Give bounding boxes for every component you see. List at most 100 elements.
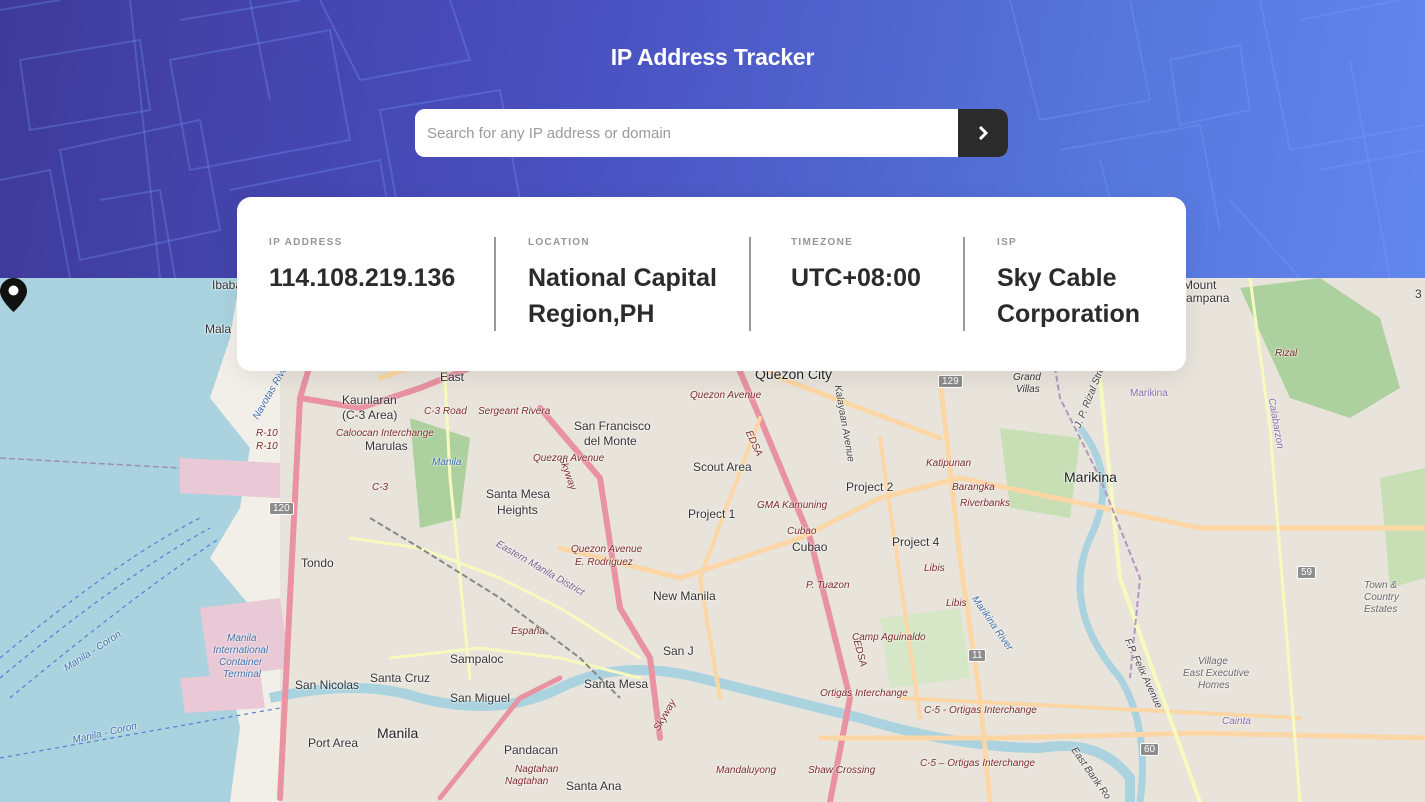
stat-divider: [494, 237, 496, 331]
map-label: España: [511, 626, 545, 637]
map-label: Libis: [946, 598, 967, 609]
map-label: Nagtahan: [505, 776, 549, 787]
map-label: Katipunan: [926, 458, 972, 469]
map-label: Marulas: [365, 439, 408, 453]
ip-address-value: 114.108.219.136: [269, 264, 456, 292]
map-label: Homes: [1198, 680, 1230, 691]
map-label: Nagtahan: [515, 764, 559, 775]
map-label: San Miguel: [450, 691, 511, 705]
map-label: Estates: [1364, 604, 1398, 615]
isp-label: ISP: [997, 237, 1018, 248]
map-label: Manila: [432, 457, 462, 468]
map-label: Kaunlaran: [342, 393, 397, 407]
map-label: Mount: [1183, 278, 1217, 292]
map-label: del Monte: [584, 434, 637, 448]
map-label: Shaw Crossing: [808, 765, 876, 776]
map-label: GMA Kamuning: [757, 500, 828, 511]
chevron-right-icon: [978, 126, 989, 140]
map-label: Scout Area: [693, 460, 752, 474]
page-title: IP Address Tracker: [610, 44, 815, 70]
map-label: Manila: [377, 725, 419, 741]
map-label: Marikina: [1130, 388, 1168, 399]
location-pin-icon[interactable]: [0, 278, 27, 312]
map-label: Camp Aguinaldo: [852, 632, 926, 643]
map-label: 120: [269, 502, 294, 515]
map-label: Quezon Avenue: [690, 390, 762, 401]
map-label: Sergeant Rivera: [478, 406, 551, 417]
map-label: Town &: [1364, 580, 1397, 591]
map-label: Project 1: [688, 507, 736, 521]
map-label: Cubao: [792, 540, 828, 554]
timezone-label: TIMEZONE: [791, 237, 854, 248]
map-label: R-10: [256, 428, 278, 439]
map-label: Santa Mesa: [486, 487, 551, 501]
map-label: Santa Mesa: [584, 677, 649, 691]
map-label: Cainta: [1222, 716, 1251, 727]
stat-divider: [963, 237, 965, 331]
map-label: Caloocan Interchange: [336, 428, 434, 439]
ip-address-label: IP ADDRESS: [269, 237, 343, 248]
map-label: Terminal: [223, 669, 261, 680]
map-label: East: [440, 370, 465, 384]
map-label: Rizal: [1275, 348, 1298, 359]
map-label: Grand: [1013, 372, 1041, 383]
map-label: Pandacan: [504, 743, 559, 757]
location-stat: LOCATION National Capital Region,PH: [528, 237, 717, 332]
map-label: International: [213, 645, 269, 656]
map-label: Heights: [497, 503, 538, 517]
map-label: Port Area: [308, 736, 359, 750]
map-label: Project 4: [892, 535, 940, 549]
map-label: P. Tuazon: [806, 580, 850, 591]
map-label: Tondo: [301, 556, 334, 570]
map-label: C-5 – Ortigas Interchange: [920, 758, 1036, 769]
map-label: C-3: [372, 482, 389, 493]
location-value-line1: National Capital: [528, 264, 717, 292]
map-label: Santa Cruz: [370, 671, 431, 685]
map-label: 60: [1140, 743, 1160, 756]
map-label: Barangka: [952, 482, 995, 493]
isp-value-line2: Corporation: [997, 300, 1141, 328]
map-label: Riverbanks: [960, 498, 1011, 509]
map-label: Sampaloc: [450, 652, 504, 666]
search-input[interactable]: [415, 109, 958, 157]
map-label: C-3 Road: [424, 406, 467, 417]
map-label: Village: [1198, 656, 1228, 667]
map-label: 59: [1297, 566, 1317, 579]
map-label: New Manila: [653, 589, 716, 603]
isp-stat: ISP Sky Cable Corporation: [997, 237, 1140, 332]
location-label: LOCATION: [528, 237, 590, 248]
ip-address-stat: IP ADDRESS 114.108.219.136: [269, 237, 455, 296]
map-label: (C-3 Area): [342, 408, 398, 422]
location-value: National Capital Region,PH: [528, 260, 717, 332]
map-label: Cubao: [787, 526, 817, 537]
map-label: 11: [968, 649, 987, 662]
map-label: Villas: [1016, 384, 1040, 395]
map-label: 129: [938, 375, 963, 388]
ip-info-card: IP ADDRESS 114.108.219.136 LOCATION Nati…: [237, 197, 1186, 371]
stat-divider: [749, 237, 751, 331]
map-label: Marikina: [1064, 469, 1117, 485]
map-label: Project 2: [846, 480, 894, 494]
map-label: R-10: [256, 441, 278, 452]
map-label: Ortigas Interchange: [820, 688, 908, 699]
map-label: San Francisco: [574, 419, 651, 433]
map-label: Mandaluyong: [716, 765, 777, 776]
search-submit-button[interactable]: [958, 109, 1008, 157]
map-label: San J: [663, 644, 694, 658]
map-label: ampana: [1186, 291, 1230, 305]
map-label: C-5 - Ortigas Interchange: [924, 705, 1037, 716]
search-bar: [415, 109, 1008, 157]
map-label: San Nicolas: [295, 678, 360, 692]
map-label: 3: [1415, 287, 1422, 301]
isp-value: Sky Cable Corporation: [997, 260, 1140, 332]
map-label: Santa Ana: [566, 779, 622, 793]
map-label: Libis: [924, 563, 945, 574]
timezone-value: UTC+08:00: [791, 264, 921, 292]
map-label: Manila: [227, 633, 257, 644]
map-label: Mala: [205, 322, 232, 336]
map-label: East Executive: [1183, 668, 1250, 679]
timezone-stat: TIMEZONE UTC+08:00: [791, 237, 921, 296]
isp-value-line1: Sky Cable: [997, 264, 1117, 292]
map-label: Country: [1364, 592, 1400, 603]
location-value-line2: Region,PH: [528, 300, 655, 328]
